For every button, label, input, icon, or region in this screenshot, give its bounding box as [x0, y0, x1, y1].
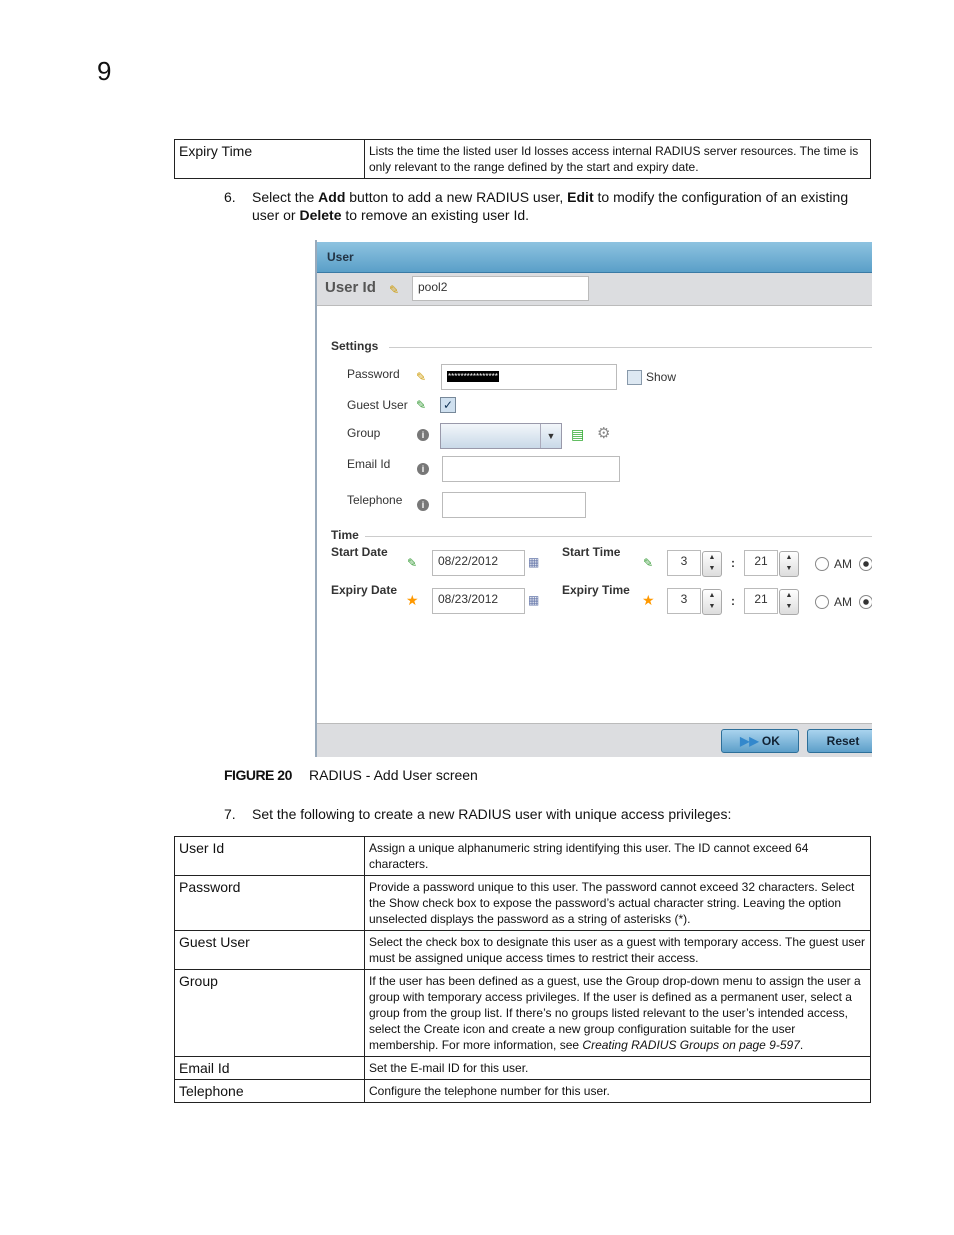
password-input[interactable]: ****************	[441, 364, 617, 390]
description: Provide a password unique to this user. …	[364, 875, 871, 931]
calendar-icon[interactable]: ▦	[528, 555, 539, 569]
group-dropdown[interactable]: ▼	[440, 423, 562, 449]
step-number: 6.	[224, 189, 236, 205]
user-id-input[interactable]: pool2	[412, 276, 589, 301]
panel-footer: ▶▶ OK Reset	[317, 723, 872, 757]
expiry-hour-input[interactable]: 3	[667, 588, 701, 614]
start-minute-spinner[interactable]: ▲ ▼	[779, 551, 799, 577]
show-checkbox[interactable]	[627, 370, 642, 385]
description: If the user has been defined as a guest,…	[364, 969, 871, 1057]
figure-caption: RADIUS - Add User screen	[309, 767, 478, 783]
password-label: Password	[347, 367, 400, 381]
table-row: Guest User Select the check box to design…	[174, 930, 871, 970]
start-pm-radio[interactable]	[859, 557, 872, 571]
expiry-minute-input[interactable]: 21	[744, 588, 778, 614]
description: Configure the telephone number for this …	[364, 1079, 871, 1103]
separator: :	[731, 556, 735, 570]
expiry-time-table: Expiry Time Lists the time the listed use…	[174, 139, 871, 179]
guest-user-checkbox[interactable]: ✓	[440, 397, 456, 413]
ok-button[interactable]: ▶▶ OK	[721, 729, 799, 753]
email-label: Email Id	[347, 457, 391, 471]
start-hour-input[interactable]: 3	[667, 550, 701, 576]
time-label: Time	[331, 528, 359, 542]
calendar-icon[interactable]: ▦	[528, 593, 539, 607]
description: Select the check box to designate this u…	[364, 930, 871, 970]
expiry-minute-spinner[interactable]: ▲ ▼	[779, 589, 799, 615]
term: Password	[174, 875, 365, 931]
start-time-label: Start Time	[562, 545, 621, 559]
table-row: Telephone Configure the telephone number …	[174, 1079, 871, 1103]
gear-icon[interactable]: ⚙	[597, 426, 610, 441]
document-page: 9 Expiry Time Lists the time the listed u…	[0, 0, 954, 1235]
add-user-screenshot: User User Id ✎ pool2 Settings Password ✎…	[315, 240, 872, 757]
edit-required-icon: ✎	[389, 283, 400, 297]
user-fields-table: User Id Assign a unique alphanumeric stri…	[174, 836, 871, 1103]
info-icon: i	[417, 499, 429, 511]
expiry-date-input[interactable]: 08/23/2012	[432, 588, 525, 614]
user-id-row: User Id ✎ pool2	[317, 273, 872, 306]
separator: :	[731, 594, 735, 608]
term: Group	[174, 969, 365, 1057]
info-icon: i	[417, 463, 429, 475]
edit-required-icon: ✎	[416, 370, 427, 384]
term: Email Id	[174, 1056, 365, 1080]
pencil-icon: ✎	[407, 556, 418, 570]
settings-label: Settings	[331, 339, 379, 353]
required-star-icon: ★	[406, 592, 419, 608]
info-icon: i	[417, 429, 429, 441]
term: Guest User	[174, 930, 365, 970]
cross-reference-link[interactable]: Creating RADIUS Groups on page 9-597	[582, 1038, 799, 1052]
start-am-radio[interactable]	[815, 557, 829, 571]
chevron-down-icon: ▼	[540, 424, 561, 448]
start-date-input[interactable]: 08/22/2012	[432, 550, 525, 576]
step-7-text: Set the following to create a new RADIUS…	[252, 806, 732, 822]
expiry-pm-radio[interactable]	[859, 595, 872, 609]
term: Expiry Time	[174, 139, 365, 179]
figure-label: FIGURE 20	[224, 767, 292, 783]
term: Telephone	[174, 1079, 365, 1103]
step-number: 7.	[224, 806, 236, 822]
required-star-icon: ★	[642, 592, 655, 608]
expiry-date-label: Expiry Date	[331, 583, 398, 597]
chapter-number: 9	[97, 56, 112, 86]
description: Set the E-mail ID for this user.	[364, 1056, 871, 1080]
user-id-label: User Id	[325, 279, 376, 296]
description: Assign a unique alphanumeric string iden…	[364, 836, 871, 876]
pencil-icon: ✎	[416, 398, 427, 412]
telephone-label: Telephone	[347, 493, 403, 507]
email-input[interactable]	[442, 456, 620, 482]
expiry-time-label: Expiry Time	[562, 583, 630, 597]
telephone-input[interactable]	[442, 492, 586, 518]
show-label: Show	[646, 370, 677, 384]
forward-icon: ▶▶	[740, 734, 759, 748]
table-row: Expiry Time Lists the time the listed use…	[174, 139, 871, 179]
expiry-am-radio[interactable]	[815, 595, 829, 609]
panel-header: User	[317, 242, 872, 273]
guest-user-label: Guest User	[347, 398, 408, 412]
term: User Id	[174, 836, 365, 876]
table-row: Group If the user has been defined as a g…	[174, 969, 871, 1057]
start-hour-spinner[interactable]: ▲ ▼	[702, 551, 722, 577]
pencil-icon: ✎	[643, 556, 654, 570]
am-label: AM	[834, 557, 852, 571]
table-row: Email Id Set the E-mail ID for this user.	[174, 1056, 871, 1080]
description: Lists the time the listed user Id losses…	[364, 139, 871, 179]
start-date-label: Start Date	[331, 545, 388, 559]
reset-button[interactable]: Reset	[807, 729, 872, 753]
table-row: User Id Assign a unique alphanumeric stri…	[174, 836, 871, 876]
group-label: Group	[347, 426, 381, 440]
table-row: Password Provide a password unique to thi…	[174, 875, 871, 931]
step-6-text: Select the Add button to add a new RADIU…	[252, 189, 849, 223]
expiry-hour-spinner[interactable]: ▲ ▼	[702, 589, 722, 615]
am-label: AM	[834, 595, 852, 609]
start-minute-input[interactable]: 21	[744, 550, 778, 576]
create-group-icon[interactable]: ▤	[571, 427, 584, 441]
